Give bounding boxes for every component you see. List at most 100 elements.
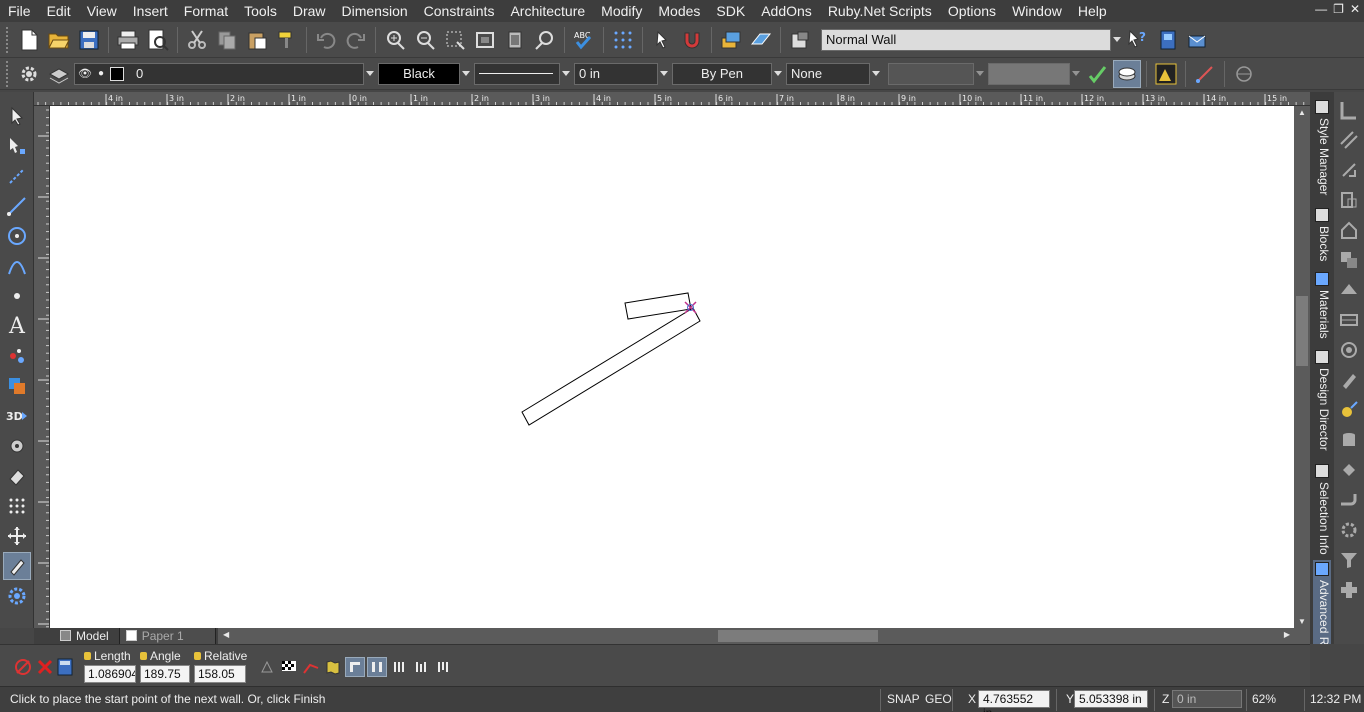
zoom-window-icon[interactable] <box>441 26 469 54</box>
side-tab-style-manager[interactable]: Style Manager <box>1313 98 1331 202</box>
layers-icon[interactable] <box>717 26 745 54</box>
zoom-out-icon[interactable] <box>411 26 439 54</box>
align-center-icon[interactable] <box>367 657 387 677</box>
wall-style-combo[interactable]: Normal Wall <box>821 28 1111 51</box>
side-tab-advanced-render[interactable]: Advanced R <box>1313 560 1331 644</box>
side-tab-selection-info[interactable]: Selection Info <box>1313 462 1331 555</box>
video-tutorial-icon[interactable] <box>1154 26 1182 54</box>
toolbar-grip[interactable] <box>6 60 10 87</box>
select-arrow-icon[interactable] <box>3 102 31 130</box>
horizontal-scrollbar[interactable]: ◀ ▶ <box>218 628 1310 644</box>
layer-visible-icon[interactable]: 👁 <box>78 67 92 80</box>
align-inside-icon[interactable] <box>411 657 431 677</box>
layer-dropdown-icon[interactable] <box>364 63 376 85</box>
pattern-dropdown-icon[interactable] <box>974 63 986 85</box>
grid-icon[interactable] <box>609 26 637 54</box>
menu-modes[interactable]: Modes <box>650 0 708 22</box>
menu-tools[interactable]: Tools <box>236 0 285 22</box>
menu-window[interactable]: Window <box>1004 0 1070 22</box>
thickness-combo[interactable]: 0 in <box>574 62 658 85</box>
tab-model[interactable]: Model <box>54 628 120 644</box>
plus-shape-icon[interactable] <box>1337 578 1361 602</box>
zoom-previous-icon[interactable] <box>531 26 559 54</box>
menu-draw[interactable]: Draw <box>285 0 334 22</box>
menu-constraints[interactable]: Constraints <box>416 0 503 22</box>
pen-dropdown-icon[interactable] <box>772 63 784 85</box>
curve-tool-icon[interactable] <box>3 252 31 280</box>
select-object-icon[interactable] <box>648 26 676 54</box>
menu-addons[interactable]: AddOns <box>753 0 820 22</box>
wall-segment-long[interactable] <box>521 307 701 426</box>
pencil-check-icon[interactable] <box>1083 60 1111 88</box>
drawing-canvas[interactable] <box>50 106 1294 628</box>
shapes-tool-icon[interactable] <box>3 372 31 400</box>
menu-format[interactable]: Format <box>176 0 236 22</box>
wall-join-icon[interactable] <box>1337 158 1361 182</box>
relative-input[interactable]: 158.05 <box>194 665 246 683</box>
node-edit-icon[interactable] <box>3 342 31 370</box>
zoom-page-icon[interactable] <box>501 26 529 54</box>
pattern-combo[interactable] <box>888 62 974 85</box>
spell-check-icon[interactable]: ABC <box>570 26 598 54</box>
cut-icon[interactable] <box>183 26 211 54</box>
angle-input[interactable]: 189.75 <box>140 665 190 683</box>
hatch-style-icon[interactable] <box>1113 59 1141 88</box>
finish-flag-icon[interactable] <box>279 657 299 677</box>
restore-icon[interactable]: ❐ <box>1333 2 1344 16</box>
align-left-icon[interactable] <box>345 657 365 677</box>
geo-toggle[interactable]: GEO <box>925 692 952 706</box>
align-right-icon[interactable] <box>389 657 409 677</box>
layer-lock-icon[interactable]: ● <box>98 68 104 79</box>
new-file-icon[interactable] <box>15 26 43 54</box>
align-outside-icon[interactable] <box>433 657 453 677</box>
paste-icon[interactable] <box>243 26 271 54</box>
side-tab-materials[interactable]: Materials <box>1313 270 1331 344</box>
close-icon[interactable]: ✕ <box>1350 2 1360 16</box>
render-icon[interactable] <box>1152 60 1180 88</box>
solid-tool-icon[interactable] <box>3 432 31 460</box>
stack-icon[interactable] <box>1337 248 1361 272</box>
menu-modify[interactable]: Modify <box>593 0 650 22</box>
y-coordinate-field[interactable]: 5.053398 in <box>1074 690 1148 708</box>
menu-ruby-net-scripts[interactable]: Ruby.Net Scripts <box>820 0 940 22</box>
angle-snap-icon[interactable] <box>301 657 321 677</box>
length-input[interactable]: 1.086904 <box>84 665 136 683</box>
point-line-icon[interactable] <box>3 162 31 190</box>
fill-color-dropdown-icon[interactable] <box>1070 63 1082 85</box>
copy-icon[interactable] <box>213 26 241 54</box>
menu-architecture[interactable]: Architecture <box>502 0 593 22</box>
magnet-icon[interactable] <box>678 26 706 54</box>
redo-icon[interactable] <box>342 26 370 54</box>
horizontal-scroll-thumb[interactable] <box>718 630 878 642</box>
scroll-left-icon[interactable]: ◀ <box>223 630 229 639</box>
hatch-dropdown-icon[interactable] <box>870 63 882 85</box>
menu-edit[interactable]: Edit <box>39 0 79 22</box>
funnel-icon[interactable] <box>1337 548 1361 572</box>
menu-options[interactable]: Options <box>940 0 1004 22</box>
x-coordinate-field[interactable]: 4.763552 in <box>978 690 1050 712</box>
undo-icon[interactable] <box>312 26 340 54</box>
light-icon[interactable] <box>1337 398 1361 422</box>
scroll-down-icon[interactable]: ▼ <box>1298 617 1306 626</box>
menu-sdk[interactable]: SDK <box>708 0 753 22</box>
line-style-dropdown-icon[interactable] <box>560 63 572 85</box>
eraser-icon[interactable] <box>3 462 31 490</box>
roof-icon[interactable] <box>1337 278 1361 302</box>
menu-help[interactable]: Help <box>1070 0 1115 22</box>
triangle-option-icon[interactable] <box>257 657 277 677</box>
help-pointer-icon[interactable]: ? <box>1124 26 1152 54</box>
column-icon[interactable] <box>1337 368 1361 392</box>
wall-style-icon[interactable] <box>1337 98 1361 122</box>
cylinder-icon[interactable] <box>1337 428 1361 452</box>
target-icon[interactable] <box>1230 60 1258 88</box>
color-combo[interactable]: Black <box>378 62 460 85</box>
slab-icon[interactable] <box>1337 308 1361 332</box>
stairs-icon[interactable] <box>1337 338 1361 362</box>
menu-dimension[interactable]: Dimension <box>334 0 416 22</box>
tab-paper-1[interactable]: Paper 1 <box>119 628 216 644</box>
wall-map-icon[interactable] <box>323 657 343 677</box>
parallel-walls-icon[interactable] <box>1337 128 1361 152</box>
gear-cluster-icon[interactable] <box>1337 518 1361 542</box>
move-icon[interactable] <box>3 522 31 550</box>
circle-tool-icon[interactable] <box>3 222 31 250</box>
